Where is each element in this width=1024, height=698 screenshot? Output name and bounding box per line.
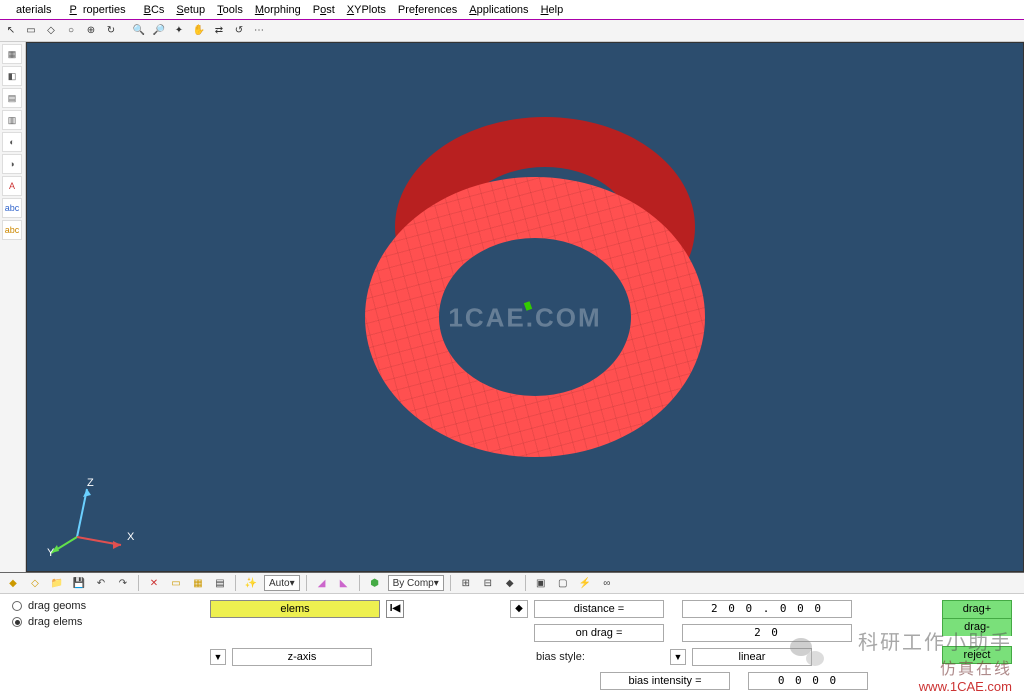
tb-rect-icon[interactable]: ▭ [22, 22, 40, 40]
radio-drag-geoms-label: drag geoms [28, 600, 86, 612]
t2-disp4-icon[interactable]: ∞ [598, 574, 616, 592]
tb-circle-icon[interactable]: ○ [62, 22, 80, 40]
menu-tools[interactable]: Tools [211, 4, 249, 16]
lt-tags-icon[interactable]: abc [2, 198, 22, 218]
reject-button[interactable]: reject [942, 646, 1012, 664]
radio-drag-elems-label: drag elems [28, 616, 82, 628]
tb-more-icon[interactable]: ⋯ [250, 22, 268, 40]
menu-applications[interactable]: Applications [463, 4, 534, 16]
lt-sets-icon[interactable]: A [2, 176, 22, 196]
tb-poly-icon[interactable]: ◇ [42, 22, 60, 40]
elems-selector-button[interactable]: elems [210, 600, 380, 618]
t2-auto-dd[interactable]: Auto ▾ [264, 575, 300, 591]
t2-disp1-icon[interactable]: ▣ [532, 574, 550, 592]
menu-xyplots[interactable]: XYPlots [341, 4, 392, 16]
t2-shade1-icon[interactable]: ◢ [313, 574, 331, 592]
tb-zoomin-icon[interactable]: 🔍 [130, 22, 148, 40]
menu-materials[interactable]: aterials [4, 4, 63, 16]
t2-ren-icon[interactable]: ▤ [211, 574, 229, 592]
menu-bar: aterials Properties BCs Setup Tools Morp… [0, 0, 1024, 20]
t2-wire3-icon[interactable]: ◆ [501, 574, 519, 592]
t2-disp3-icon[interactable]: ⚡ [576, 574, 594, 592]
axis-triad: Z Y X [43, 471, 133, 561]
distance-label: distance = [534, 600, 664, 618]
lt-assy-icon[interactable]: ▤ [2, 88, 22, 108]
bias-style-switch[interactable]: ▼ [670, 649, 686, 665]
distance-toggle-button[interactable]: ◆ [510, 600, 528, 618]
ondrag-input[interactable]: 2 0 [682, 624, 852, 642]
t2-undo-icon[interactable]: ↶ [92, 574, 110, 592]
tb-rotate-icon[interactable]: ↻ [102, 22, 120, 40]
panel-drag: drag geoms drag elems elems I◀ ▼ z-axis … [0, 594, 1024, 698]
lt-mat-icon[interactable]: ▥ [2, 110, 22, 130]
menu-preferences[interactable]: Preferences [392, 4, 463, 16]
tb-cursor-icon[interactable]: ↖ [2, 22, 20, 40]
toolbar-view: ↖ ▭ ◇ ○ ⊕ ↻ 🔍 🔎 ✦ ✋ ⇄ ↺ ⋯ [0, 20, 1024, 42]
bias-style-label: bias style: [534, 651, 664, 663]
lt-load-icon[interactable]: ◑ [2, 154, 22, 174]
wechat-icon [790, 636, 824, 666]
t2-save-icon[interactable]: 💾 [70, 574, 88, 592]
menu-properties[interactable]: Properties [63, 4, 137, 16]
lt-notes-icon[interactable]: abc [2, 220, 22, 240]
axis-y-label: Y [47, 547, 54, 559]
reset-sel-button[interactable]: I◀ [386, 600, 404, 618]
menu-morphing[interactable]: Morphing [249, 4, 307, 16]
t2-org-icon[interactable]: ▦ [189, 574, 207, 592]
axis-x-label: X [127, 531, 134, 543]
tb-pan-icon[interactable]: ⊕ [82, 22, 100, 40]
main-area: ▦ ◧ ▤ ▥ ◐ ◑ A abc abc 1CAE.COM [0, 42, 1024, 572]
lt-entities-icon[interactable]: ▦ [2, 44, 22, 64]
radio-drag-elems[interactable] [12, 617, 22, 627]
viewport-3d[interactable]: 1CAE.COM Z Y X [26, 42, 1024, 572]
menu-bcs[interactable]: BCs [138, 4, 171, 16]
t2-del-icon[interactable]: ✕ [145, 574, 163, 592]
axis-switch-button[interactable]: ▼ [210, 649, 226, 665]
t2-folder-icon[interactable]: 📁 [48, 574, 66, 592]
tb-spin-icon[interactable]: ↺ [230, 22, 248, 40]
t2-redo-icon[interactable]: ↷ [114, 574, 132, 592]
distance-input[interactable]: 2 0 0 . 0 0 0 [682, 600, 852, 618]
lt-comp-icon[interactable]: ◧ [2, 66, 22, 86]
t2-sel2-icon[interactable]: ◇ [26, 574, 44, 592]
bias-int-label: bias intensity = [600, 672, 730, 690]
t2-card-icon[interactable]: ▭ [167, 574, 185, 592]
lt-prop-icon[interactable]: ◐ [2, 132, 22, 152]
drag-plus-button[interactable]: drag+ [942, 600, 1012, 618]
t2-sel1-icon[interactable]: ◆ [4, 574, 22, 592]
menu-post[interactable]: Post [307, 4, 341, 16]
t2-shade2-icon[interactable]: ◣ [335, 574, 353, 592]
bias-int-input[interactable]: 0 0 0 0 [748, 672, 868, 690]
axis-z-label: Z [87, 477, 94, 489]
zaxis-button[interactable]: z-axis [232, 648, 372, 666]
drag-minus-button[interactable]: drag- [942, 618, 1012, 636]
t2-wire1-icon[interactable]: ⊞ [457, 574, 475, 592]
tb-fit-icon[interactable]: ✦ [170, 22, 188, 40]
ondrag-label: on drag = [534, 624, 664, 642]
toolbar-display: ◆ ◇ 📁 💾 ↶ ↷ ✕ ▭ ▦ ▤ ✨ Auto ▾ ◢ ◣ ⬢ By Co… [0, 572, 1024, 594]
t2-disp2-icon[interactable]: ▢ [554, 574, 572, 592]
t2-cube-icon[interactable]: ⬢ [366, 574, 384, 592]
left-toolbar: ▦ ◧ ▤ ▥ ◐ ◑ A abc abc [0, 42, 26, 572]
tb-hand-icon[interactable]: ✋ [190, 22, 208, 40]
t2-auto-icon[interactable]: ✨ [242, 574, 260, 592]
tb-zoomout-icon[interactable]: 🔎 [150, 22, 168, 40]
menu-help[interactable]: Help [535, 4, 570, 16]
t2-bycomp-dd[interactable]: By Comp ▾ [388, 575, 444, 591]
radio-drag-geoms[interactable] [12, 601, 22, 611]
tb-arrows-icon[interactable]: ⇄ [210, 22, 228, 40]
menu-setup[interactable]: Setup [170, 4, 211, 16]
t2-wire2-icon[interactable]: ⊟ [479, 574, 497, 592]
